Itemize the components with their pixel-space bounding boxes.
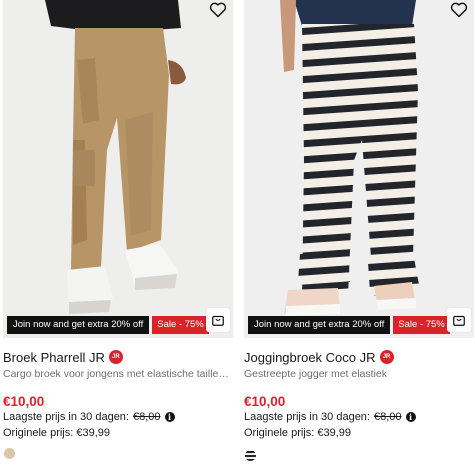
original-price-line: Originele prijs: €39,99 xyxy=(3,427,233,439)
junior-badge: JR xyxy=(379,350,394,364)
product-grid: Join now and get extra 20% off Sale - 75… xyxy=(0,0,475,469)
sale-badge: Sale - 75% xyxy=(393,316,450,334)
product-price: €10,00 xyxy=(244,394,286,409)
product-name[interactable]: Joggingbroek Coco JR xyxy=(244,350,376,365)
add-to-cart-button[interactable] xyxy=(206,308,230,332)
product-description: Gestreepte jogger met elastiek xyxy=(244,368,387,380)
lowest-price-line: Laagste prijs in 30 dagen: €8,00 i xyxy=(3,411,233,423)
lowest-price-label: Laagste prijs in 30 dagen: xyxy=(244,411,370,423)
product-image[interactable]: Join now and get extra 20% off Sale - 75… xyxy=(244,0,474,338)
shopping-bag-icon xyxy=(452,313,466,327)
member-promo-label: Join now and get extra 20% off xyxy=(248,316,391,334)
junior-badge: JR xyxy=(108,350,123,364)
wishlist-heart-icon[interactable] xyxy=(450,2,468,18)
product-card[interactable]: Join now and get extra 20% off Sale - 75… xyxy=(244,0,474,469)
promo-labels: Join now and get extra 20% off Sale - 75… xyxy=(7,316,209,334)
add-to-cart-button[interactable] xyxy=(447,308,471,332)
member-promo-label: Join now and get extra 20% off xyxy=(7,316,150,334)
info-icon[interactable]: i xyxy=(405,412,416,422)
product-card[interactable]: Join now and get extra 20% off Sale - 75… xyxy=(3,0,233,469)
promo-labels: Join now and get extra 20% off Sale - 75… xyxy=(248,316,450,334)
color-swatch[interactable] xyxy=(4,448,15,459)
shopping-bag-icon xyxy=(211,313,225,327)
product-info: Joggingbroek Coco JR JR Gestreepte jogge… xyxy=(244,348,474,439)
wishlist-heart-icon[interactable] xyxy=(209,2,227,18)
product-name[interactable]: Broek Pharrell JR xyxy=(3,350,105,365)
original-price-line: Originele prijs: €39,99 xyxy=(244,427,474,439)
product-description: Cargo broek voor jongens met elastische … xyxy=(3,368,231,380)
sale-badge: Sale - 75% xyxy=(152,316,209,334)
original-price-value: €39,99 xyxy=(317,427,352,439)
original-price-label: Originele prijs: xyxy=(3,427,74,439)
info-icon[interactable]: i xyxy=(164,412,175,422)
original-price-value: €39,99 xyxy=(76,427,111,439)
product-image[interactable]: Join now and get extra 20% off Sale - 75… xyxy=(3,0,233,338)
lowest-price-line: Laagste prijs in 30 dagen: €8,00 i xyxy=(244,411,474,423)
lowest-price-value: €8,00 xyxy=(373,411,402,423)
original-price-label: Originele prijs: xyxy=(244,427,315,439)
color-swatch[interactable] xyxy=(245,448,256,461)
lowest-price-label: Laagste prijs in 30 dagen: xyxy=(3,411,129,423)
product-info: Broek Pharrell JR JR Cargo broek voor jo… xyxy=(3,348,233,440)
product-price: €10,00 xyxy=(3,394,45,409)
lowest-price-value: €8,00 xyxy=(132,411,161,423)
